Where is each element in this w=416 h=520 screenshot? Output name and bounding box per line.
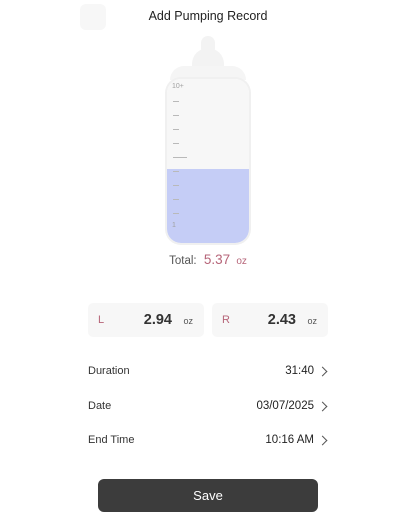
bottle-min-label: 1 [172,222,176,229]
end-time-label: End Time [88,434,135,446]
bottle-tick [173,143,179,144]
left-amount-field[interactable]: L 2.94 oz [88,303,204,337]
total-summary: Total: 5.37 oz [0,252,416,267]
bottle-tick [173,101,179,102]
chevron-right-icon [317,366,328,377]
save-button[interactable]: Save [98,479,318,512]
date-row[interactable]: Date 03/07/2025 [88,397,328,417]
total-unit: oz [236,256,247,267]
date-value: 03/07/2025 [256,400,314,412]
page-title: Add Pumping Record [148,9,268,23]
left-amount-value: 2.94 [143,312,172,328]
bottle-tick [173,199,179,200]
left-side-label: L [98,314,105,326]
total-label: Total: [169,255,197,267]
bottle-fill [167,169,249,243]
bottle-tick [173,115,179,116]
bottle-tick [173,213,179,214]
left-amount-unit: oz [183,316,193,326]
duration-row[interactable]: Duration 31:40 [88,362,328,382]
right-amount-value: 2.43 [267,312,296,328]
right-amount-field[interactable]: R 2.43 oz [212,303,328,337]
bottle-body: 10+ 1 [167,79,249,243]
bottle-illustration: 10+ 1 [0,34,416,249]
duration-value: 31:40 [285,365,314,377]
header: Add Pumping Record [0,0,416,34]
end-time-row[interactable]: End Time 10:16 AM [88,431,328,451]
chevron-right-icon [317,401,328,412]
date-label: Date [88,400,112,412]
right-side-label: R [222,314,230,326]
total-value: 5.37 [203,252,231,267]
bottle-max-label: 10+ [172,83,184,90]
duration-label: Duration [88,365,130,377]
bottle-tick [173,185,179,186]
bottle-tick [173,129,179,130]
chevron-right-icon [317,435,328,446]
bottle-tick-major [173,157,187,158]
bottle-collar [170,66,246,80]
right-amount-unit: oz [307,316,317,326]
end-time-value: 10:16 AM [265,434,314,446]
bottle-tick [173,171,179,172]
